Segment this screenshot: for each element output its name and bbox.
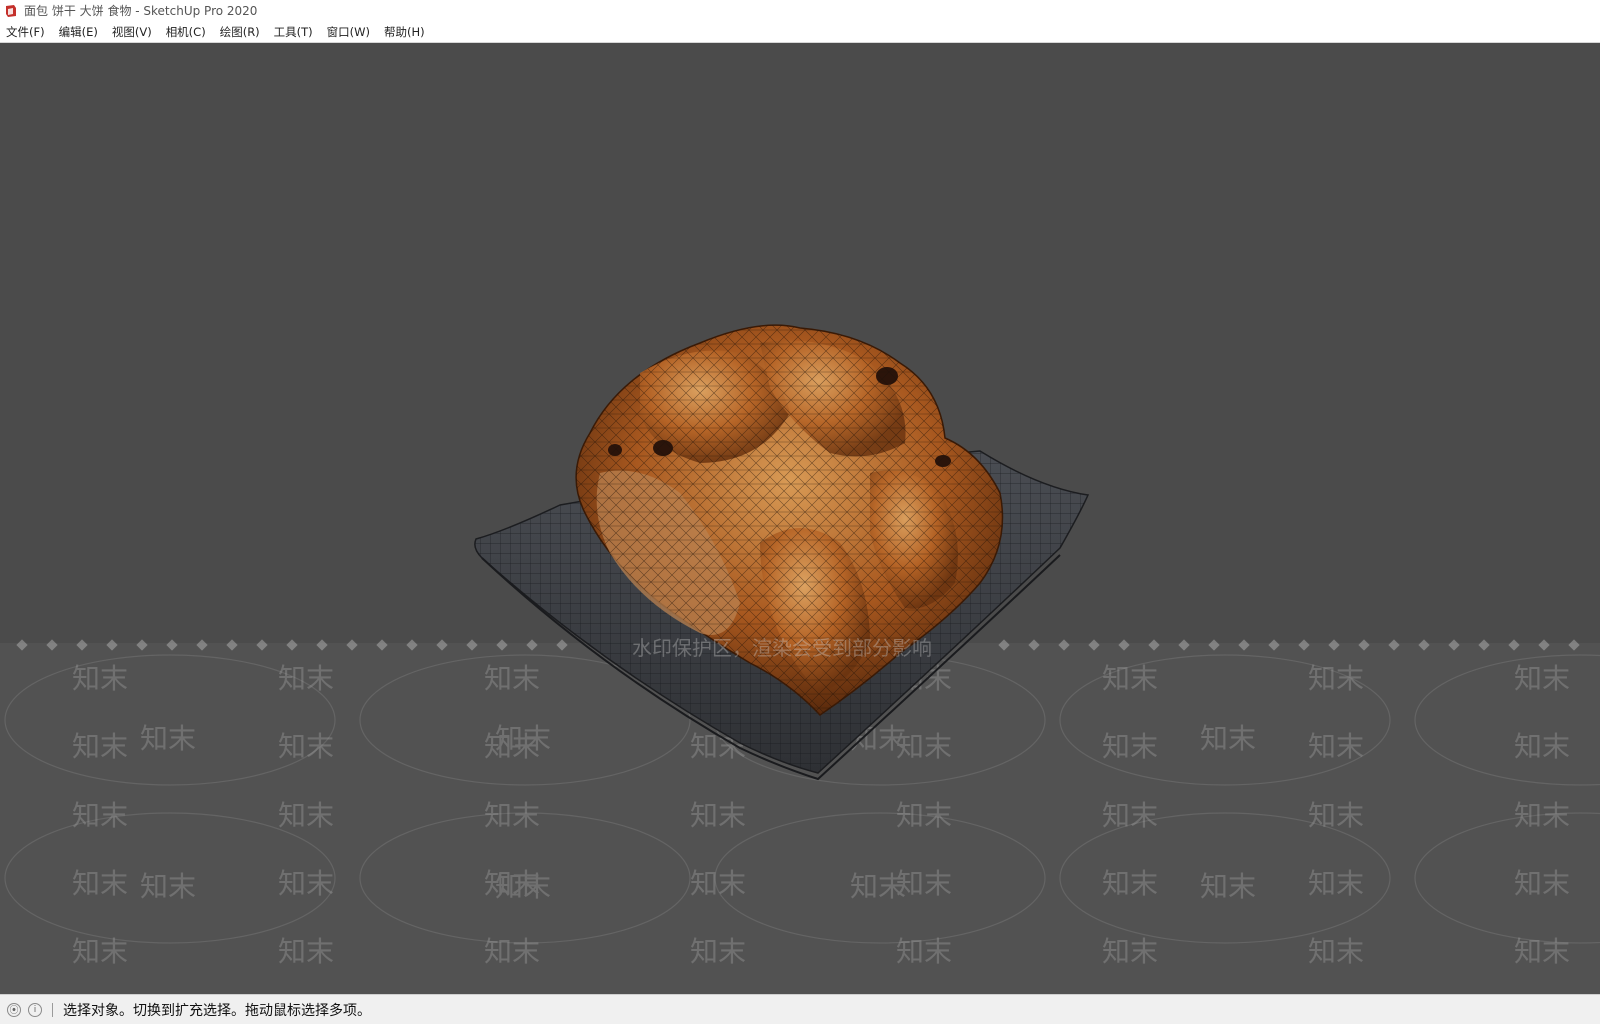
svg-text:知末: 知末 bbox=[1102, 867, 1158, 900]
svg-text:知末: 知末 bbox=[495, 722, 551, 755]
svg-text:知末: 知末 bbox=[1308, 935, 1364, 968]
svg-text:知末: 知末 bbox=[896, 799, 952, 832]
svg-text:知末: 知末 bbox=[140, 870, 196, 903]
geo-location-icon[interactable]: ⦿ bbox=[7, 1002, 21, 1017]
svg-text:知末: 知末 bbox=[896, 935, 952, 968]
menu-camera[interactable]: 相机(C) bbox=[159, 22, 213, 42]
svg-text:知末: 知末 bbox=[72, 935, 128, 968]
info-icon[interactable]: i bbox=[28, 1002, 42, 1017]
svg-text:知末: 知末 bbox=[1200, 722, 1256, 755]
menu-edit[interactable]: 编辑(E) bbox=[52, 22, 105, 42]
svg-text:知末: 知末 bbox=[690, 935, 746, 968]
svg-text:知末: 知末 bbox=[484, 662, 540, 695]
svg-text:知末: 知末 bbox=[1102, 935, 1158, 968]
svg-text:知末: 知末 bbox=[1514, 730, 1570, 763]
svg-text:知末: 知末 bbox=[1102, 730, 1158, 763]
svg-text:知末: 知末 bbox=[278, 867, 334, 900]
svg-text:知末: 知末 bbox=[484, 799, 540, 832]
svg-text:知末: 知末 bbox=[72, 662, 128, 695]
svg-text:知末: 知末 bbox=[1514, 867, 1570, 900]
svg-text:知末: 知末 bbox=[495, 870, 551, 903]
viewport-canvas[interactable]: 知末 知末 知末 知末 知末 知末 知末 知末 知末 知末 知末 知末 知末 知末 知末 知末 知末… bbox=[0, 43, 1600, 994]
title-bar: 面包 饼干 大饼 食物 - SketchUp Pro 2020 bbox=[0, 0, 1600, 21]
window-title: 面包 饼干 大饼 食物 - SketchUp Pro 2020 bbox=[24, 4, 258, 18]
svg-text:知末: 知末 bbox=[1308, 730, 1364, 763]
menu-help[interactable]: 帮助(H) bbox=[377, 22, 432, 42]
svg-text:知末: 知末 bbox=[72, 799, 128, 832]
svg-text:知末: 知末 bbox=[1200, 870, 1256, 903]
svg-text:知末: 知末 bbox=[690, 867, 746, 900]
svg-text:知末: 知末 bbox=[690, 799, 746, 832]
svg-text:知末: 知末 bbox=[140, 722, 196, 755]
sketchup-app-icon bbox=[6, 4, 16, 17]
modeling-viewport[interactable]: 知末 知末 知末 知末 知末 知末 知末 知末 知末 知末 知末 知末 知末 知末 知末 知末 知末… bbox=[0, 43, 1600, 994]
svg-text:知末: 知末 bbox=[1514, 799, 1570, 832]
status-message: 选择对象。切换到扩充选择。拖动鼠标选择多项。 bbox=[63, 1002, 371, 1019]
svg-text:知末: 知末 bbox=[1102, 662, 1158, 695]
svg-text:知末: 知末 bbox=[72, 730, 128, 763]
watermark-notice: 水印保护区，渲染会受到部分影响 bbox=[632, 636, 932, 660]
status-bar: ⦿ i 选择对象。切换到扩充选择。拖动鼠标选择多项。 bbox=[0, 994, 1600, 1024]
svg-text:知末: 知末 bbox=[1308, 799, 1364, 832]
svg-text:知末: 知末 bbox=[850, 870, 906, 903]
status-separator bbox=[52, 1002, 53, 1017]
svg-text:知末: 知末 bbox=[72, 867, 128, 900]
svg-text:知末: 知末 bbox=[278, 730, 334, 763]
svg-text:知末: 知末 bbox=[278, 935, 334, 968]
svg-text:知末: 知末 bbox=[484, 935, 540, 968]
menu-tools[interactable]: 工具(T) bbox=[267, 22, 320, 42]
menu-window[interactable]: 窗口(W) bbox=[320, 22, 377, 42]
svg-text:知末: 知末 bbox=[278, 662, 334, 695]
menu-bar: 文件(F) 编辑(E) 视图(V) 相机(C) 绘图(R) 工具(T) 窗口(W… bbox=[0, 21, 1600, 43]
svg-text:知末: 知末 bbox=[1308, 662, 1364, 695]
svg-text:知末: 知末 bbox=[278, 799, 334, 832]
svg-text:知末: 知末 bbox=[1102, 799, 1158, 832]
menu-file[interactable]: 文件(F) bbox=[0, 22, 52, 42]
svg-text:知末: 知末 bbox=[1514, 935, 1570, 968]
menu-draw[interactable]: 绘图(R) bbox=[213, 22, 267, 42]
menu-view[interactable]: 视图(V) bbox=[105, 22, 159, 42]
svg-text:知末: 知末 bbox=[1514, 662, 1570, 695]
svg-text:知末: 知末 bbox=[1308, 867, 1364, 900]
